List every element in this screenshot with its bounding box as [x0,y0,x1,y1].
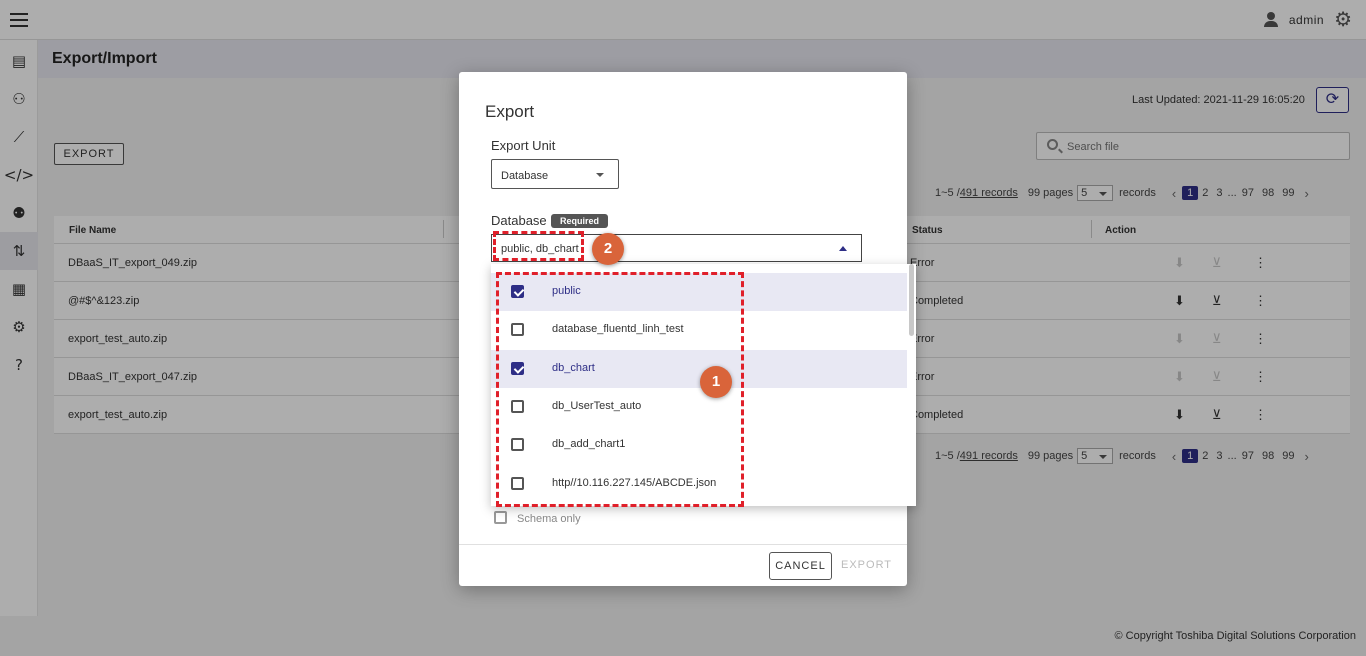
export-unit-value: Database [501,170,549,182]
export-confirm-button[interactable]: EXPORT [841,559,892,571]
export-unit-label: Export Unit [491,138,556,153]
schema-only-checkbox[interactable] [494,511,507,524]
annotation-badge-1: 1 [700,366,732,398]
database-label: Database [491,213,547,228]
annotation-badge-2: 2 [592,233,624,265]
schema-only-label: Schema only [517,513,581,525]
scrollbar[interactable] [909,264,914,336]
divider [459,544,907,545]
required-badge: Required [551,214,608,228]
caret-up-icon [839,246,847,251]
highlight-box-2 [493,231,584,261]
cancel-button[interactable]: CANCEL [769,552,832,580]
export-unit-select[interactable]: Database [491,159,619,189]
dialog-title: Export [485,102,535,121]
caret-down-icon [596,173,604,177]
